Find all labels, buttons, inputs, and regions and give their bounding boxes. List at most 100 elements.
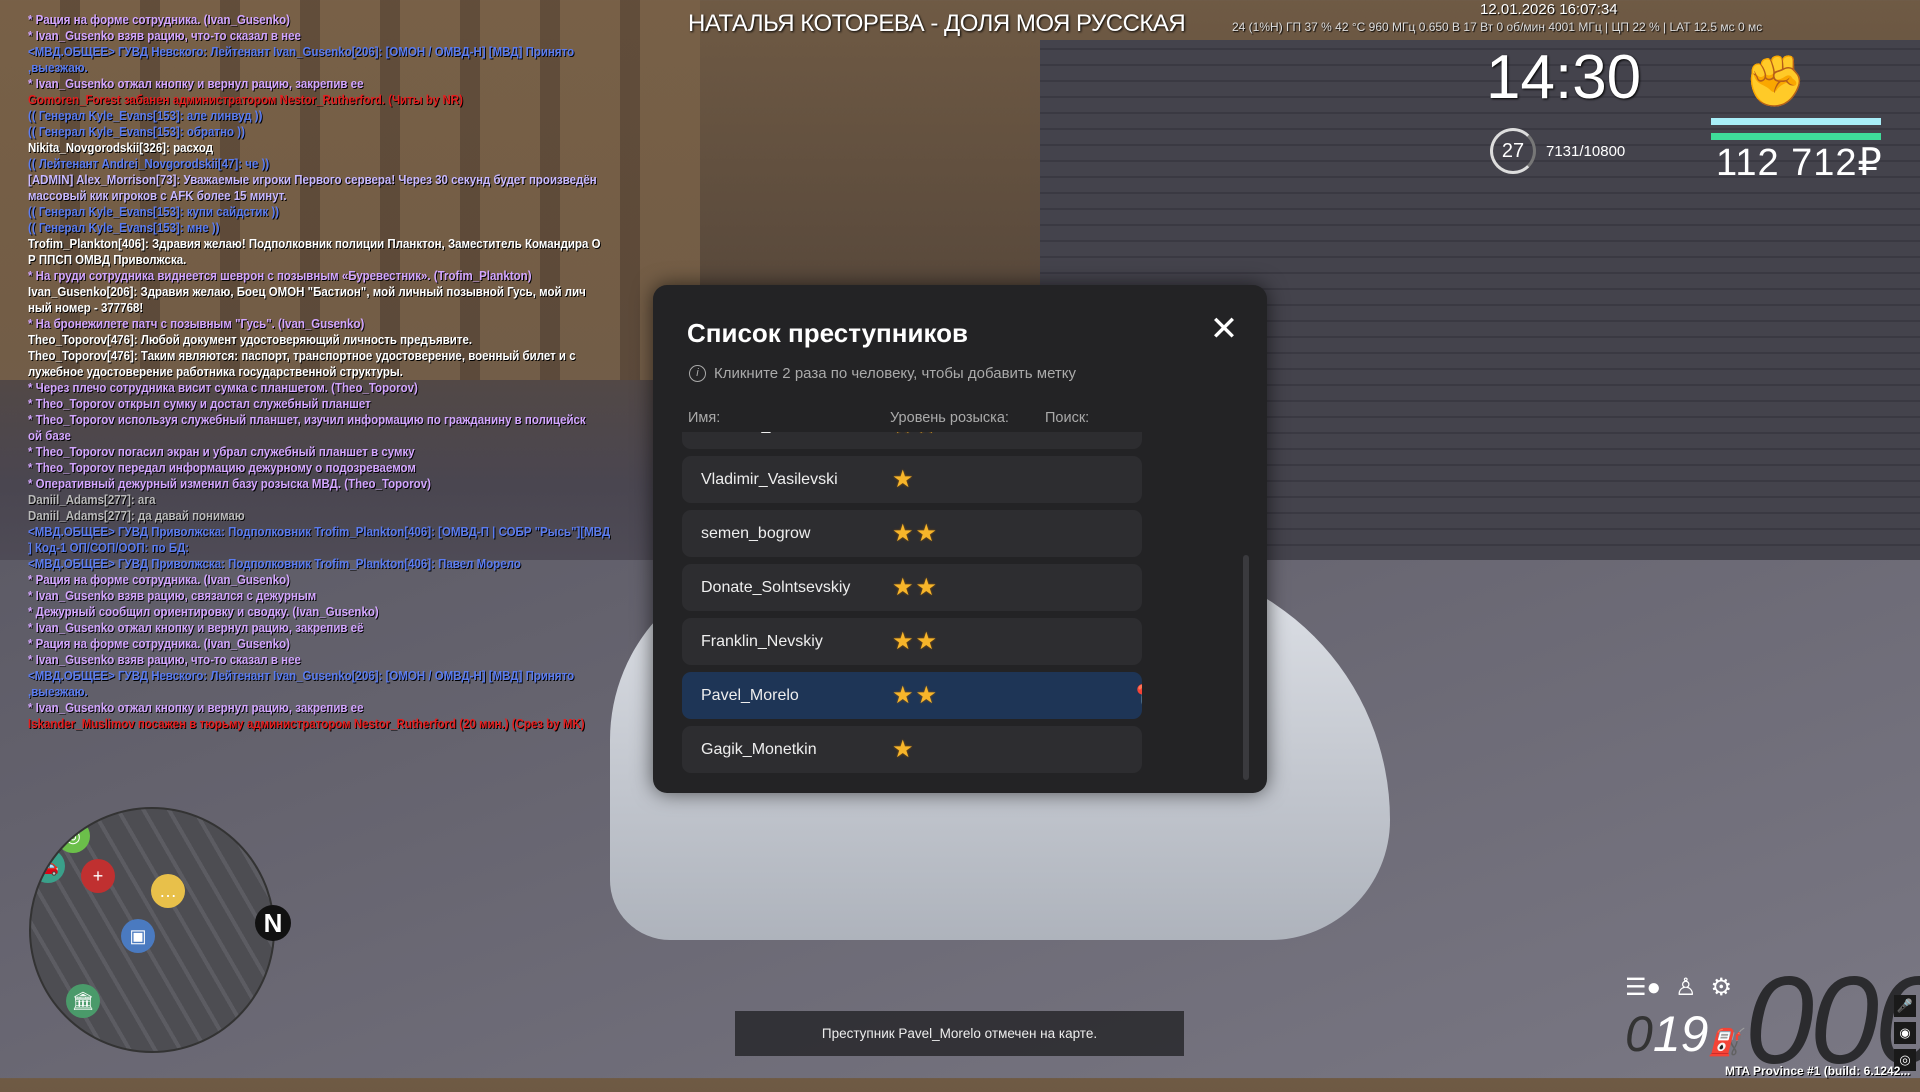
chat-line: ный номер - 377768!	[28, 301, 144, 315]
armor-bar	[1711, 133, 1881, 140]
chat-line: * Ivan_Gusenko отжал кнопку и вернул рац…	[28, 701, 364, 715]
chat-line: * Theo_Toporov открыл сумку и достал слу…	[28, 397, 371, 411]
wanted-stars: ★★	[892, 682, 940, 709]
chat-log: * Рация на форме сотрудника. (Ivan_Gusen…	[28, 12, 644, 732]
game-clock: 14:30	[1486, 43, 1642, 112]
notification: Преступник Pavel_Morelo отмечен на карте…	[735, 1011, 1184, 1056]
criminal-row[interactable]: Vladimir_Vasilevski ★	[682, 456, 1142, 503]
hospital-icon: +	[81, 859, 115, 893]
chat-line: * Рация на форме сотрудника. (Ivan_Gusen…	[28, 637, 290, 651]
chat-line: (( Генерал Kyle_Evans[153]: купи сайдсти…	[28, 205, 280, 219]
criminal-row[interactable]: Vladosik_Fisher ★★	[682, 432, 1142, 449]
chat-line: ,выезжаю.	[28, 61, 88, 75]
chat-line: * Оперативный дежурный изменил базу розы…	[28, 477, 431, 491]
experience: 7131/10800	[1546, 143, 1626, 160]
hint-text: Кликните 2 раза по человеку, чтобы добав…	[714, 365, 1077, 382]
chat-line: ,выезжаю.	[28, 685, 88, 699]
chat-line: Р ППСП ОМВД Приволжска.	[28, 253, 187, 267]
build-info: MTA Province #1 (build: 6.1242...	[1725, 1064, 1911, 1078]
chat-line: Iskander_Muslimov посажен в тюрьму админ…	[28, 717, 585, 731]
header-name: Имя:	[688, 410, 721, 426]
header-level: Уровень розыска:	[890, 410, 1009, 426]
datetime: 12.01.2026 16:07:34	[1480, 1, 1618, 18]
chat-line: * На бронежилете патч с позывным "Гусь".…	[28, 317, 365, 331]
chat-line: * Рация на форме сотрудника. (Ivan_Gusen…	[28, 13, 290, 27]
criminal-name: Franklin_Nevskiy	[701, 632, 823, 650]
criminal-name: Donate_Solntsevskiy	[701, 578, 851, 596]
wanted-stars: ★★	[892, 574, 940, 601]
chat-line: Trofim_Plankton[406]: Здравия желаю! Под…	[28, 237, 601, 251]
target-icon: ◎	[56, 819, 90, 853]
dialog-title: Список преступников	[687, 318, 968, 348]
fuel-icon: ⛽	[1708, 1027, 1741, 1057]
chat-line: (( Генерал Kyle_Evans[153]: але линвуд )…	[28, 109, 263, 123]
criminal-name: Vladosik_Fisher	[701, 432, 815, 435]
criminal-row[interactable]: semen_bogrow ★★	[682, 510, 1142, 557]
chat-line: * Theo_Toporov передал информацию дежурн…	[28, 461, 416, 475]
map-pin-icon: 📍	[1130, 683, 1142, 708]
level-ring: 27	[1490, 128, 1536, 174]
chat-line: <МВД.ОБЩЕЕ> ГУВД Приволжска: Подполковни…	[28, 525, 611, 539]
wanted-stars: ★	[892, 736, 916, 763]
fuel-prefix: 0	[1625, 1006, 1653, 1062]
minimap: ◎ 🚗 + … ▣ 🏛	[29, 807, 275, 1053]
close-icon: ✕	[1209, 310, 1239, 348]
chat-line: * Дежурный сообщил ориентировку и сводку…	[28, 605, 379, 619]
criminal-name: Pavel_Morelo	[701, 686, 799, 704]
header-search: Поиск:	[1045, 410, 1090, 426]
headlight-icon: ☰●	[1625, 974, 1662, 1001]
chat-line: Daniil_Adams[277]: ага	[28, 493, 156, 507]
chat-icon: …	[151, 874, 185, 908]
chat-line: * Ivan_Gusenko отжал кнопку и вернул рац…	[28, 77, 364, 91]
criminals-list: Vladosik_Fisher ★★ Vladimir_Vasilevski ★ sem…	[682, 432, 1142, 782]
car-icon: 🚗	[31, 849, 65, 883]
close-button[interactable]: ✕	[1209, 312, 1239, 346]
scrollbar[interactable]	[1243, 555, 1249, 780]
fist-icon: ✊	[1744, 53, 1807, 109]
chat-line: Theo_Toporov[476]: Таким являются: паспо…	[28, 349, 576, 363]
chat-line: (( Лейтенант Andrei_Novgorodskii[47]: че…	[28, 157, 270, 171]
chat-line: * Ivan_Gusenko взяв рацию, что-то сказал…	[28, 29, 301, 43]
chat-line: (( Генерал Kyle_Evans[153]: обратно ))	[28, 125, 245, 139]
criminal-row[interactable]: Gagik_Monetkin ★	[682, 726, 1142, 773]
money: 112 712₽	[1716, 142, 1883, 184]
north-indicator: N	[255, 905, 291, 941]
microphone-button[interactable]: 🎤	[1894, 995, 1916, 1017]
wanted-stars: ★★	[892, 432, 939, 440]
chat-line: * Ivan_Gusenko взяв рацию, связался с де…	[28, 589, 317, 603]
criminal-row[interactable]: Franklin_Nevskiy ★★	[682, 618, 1142, 665]
seatbelt-icon: ♙	[1675, 974, 1697, 1001]
chat-line: * Ivan_Gusenko отжал кнопку и вернул рац…	[28, 621, 364, 635]
hint: i Кликните 2 раза по человеку, чтобы доба…	[689, 365, 1076, 382]
criminal-row[interactable]: Donate_Solntsevskiy ★★	[682, 564, 1142, 611]
chat-line: Daniil_Adams[277]: да давай понимаю	[28, 509, 245, 523]
chat-line: * Рация на форме сотрудника. (Ivan_Gusen…	[28, 573, 290, 587]
chat-line: лужебное удостоверение работника государ…	[28, 365, 403, 379]
engine-icon: ⚙	[1710, 974, 1733, 1001]
chat-line: * Ivan_Gusenko взяв рацию, что-то сказал…	[28, 653, 301, 667]
chat-line: <МВД.ОБЩЕЕ> ГУВД Приволжска: Подполковни…	[28, 557, 521, 571]
song-title: НАТАЛЬЯ КОТОРЕВА - ДОЛЯ МОЯ РУССКАЯ	[688, 10, 1186, 37]
chat-line: (( Генерал Kyle_Evans[153]: мне ))	[28, 221, 220, 235]
chat-line: Ivan_Gusenko[206]: Здравия желаю, Боец О…	[28, 285, 586, 299]
chat-line: [ADMIN] Alex_Morrison[73]: Уважаемые игр…	[28, 173, 597, 187]
criminal-row[interactable]: Pavel_Morelo ★★ 📍	[682, 672, 1142, 719]
chat-line: * Theo_Toporov используя служебный планш…	[28, 413, 586, 427]
chat-line: массовый кик игроков с AFK более 15 мину…	[28, 189, 287, 203]
chat-line: * Theo_Toporov погасил экран и убрал слу…	[28, 445, 415, 459]
settings-button[interactable]: ◉	[1894, 1022, 1916, 1044]
fuel-value: 19	[1652, 1006, 1709, 1062]
vehicle-indicators: ☰● ♙ ⚙	[1625, 973, 1732, 1002]
chat-line: Theo_Toporov[476]: Любой документ удосто…	[28, 333, 473, 347]
info-icon: i	[689, 365, 706, 382]
chat-line: ой базе	[28, 429, 71, 443]
bank-icon: 🏛	[66, 984, 100, 1018]
perf-stats: 24 (1%Н) ГП 37 % 42 °C 960 МГц 0.650 В 1…	[1232, 20, 1763, 34]
chat-line: Nikita_Novgorodskii[326]: расход	[28, 141, 214, 155]
police-icon: ▣	[121, 919, 155, 953]
chat-line: * На груди сотрудника виднеется шеврон с…	[28, 269, 532, 283]
chat-line: <МВД.ОБЩЕЕ> ГУВД Невского: Лейтенант Iva…	[28, 45, 575, 59]
wanted-stars: ★	[892, 466, 916, 493]
fuel-level: 019⛽	[1625, 1005, 1741, 1063]
chat-line: <МВД.ОБЩЕЕ> ГУВД Невского: Лейтенант Iva…	[28, 669, 575, 683]
